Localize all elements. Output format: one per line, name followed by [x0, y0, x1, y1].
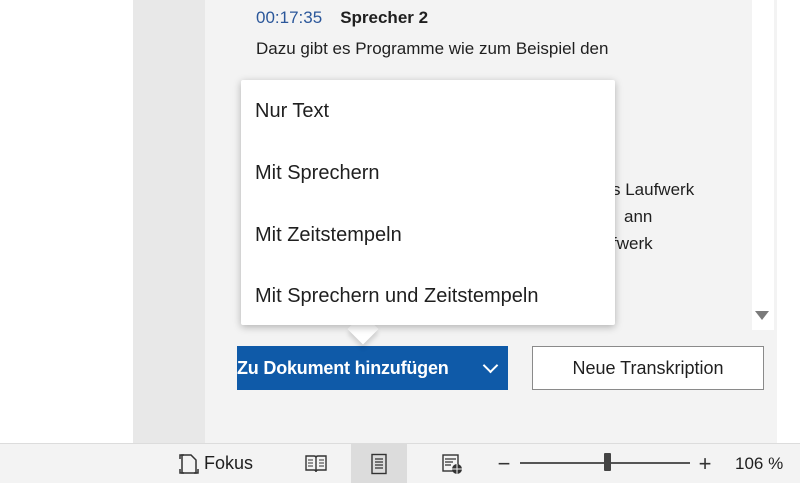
insert-options-menu: Nur Text Mit Sprechern Mit Zeitstempeln …	[241, 80, 615, 325]
transcript-scrollbar[interactable]	[752, 0, 774, 330]
read-mode-button[interactable]	[294, 444, 338, 483]
entry-text[interactable]: Dazu gibt es Programme wie zum Beispiel …	[256, 37, 726, 61]
new-transcription-button[interactable]: Neue Transkription	[532, 346, 764, 390]
web-layout-button[interactable]	[430, 444, 474, 483]
chevron-down-icon[interactable]	[482, 357, 499, 373]
zoom-percentage[interactable]: 106 %	[735, 444, 783, 483]
menu-item-with-timestamps[interactable]: Mit Zeitstempeln	[255, 224, 402, 247]
menu-item-with-speakers[interactable]: Mit Sprechern	[255, 162, 380, 185]
transcript-entry[interactable]: 00:17:35 Sprecher 2 Dazu gibt es Program…	[256, 8, 726, 61]
zoom-in-button[interactable]: +	[697, 444, 713, 483]
web-layout-icon	[442, 453, 462, 474]
add-to-document-label: Zu Dokument hinzufügen	[237, 357, 449, 378]
zoom-out-button[interactable]: −	[496, 444, 512, 483]
scroll-down-arrow-icon[interactable]	[755, 311, 769, 320]
document-canvas[interactable]	[0, 0, 133, 443]
focus-icon	[179, 453, 199, 474]
entry-speaker[interactable]: Sprecher 2	[340, 8, 428, 28]
entry-timestamp[interactable]: 00:17:35	[256, 8, 322, 28]
transcript-text-fragment: s Laufwerk	[612, 180, 695, 199]
menu-item-text-only[interactable]: Nur Text	[255, 100, 329, 123]
pane-margin	[777, 0, 800, 443]
transcript-text-fragment: fwerk	[612, 234, 653, 253]
zoom-slider-thumb[interactable]	[604, 453, 611, 471]
print-layout-button[interactable]	[351, 444, 407, 483]
focus-label: Fokus	[204, 453, 254, 473]
read-mode-icon	[305, 454, 327, 472]
print-layout-icon	[371, 453, 387, 474]
menu-item-with-speakers-and-timestamps[interactable]: Mit Sprechern und Zeitstempeln	[255, 285, 538, 308]
transcript-text-fragment: ann	[624, 207, 653, 226]
add-to-document-button[interactable]: Zu Dokument hinzufügen	[237, 346, 508, 390]
focus-mode-button[interactable]: Fokus	[178, 444, 253, 483]
